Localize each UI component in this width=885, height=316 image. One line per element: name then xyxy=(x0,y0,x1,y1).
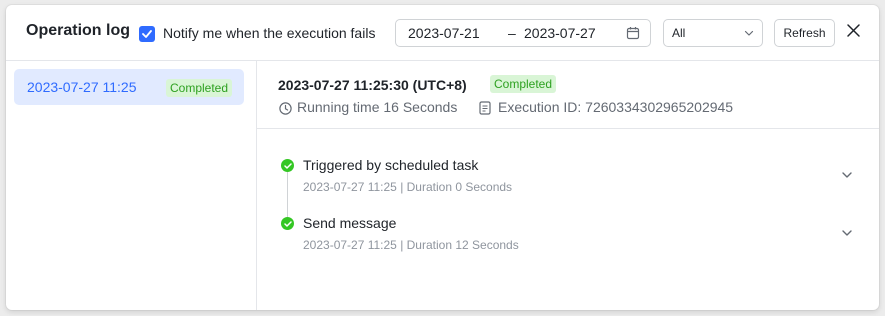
dialog-title: Operation log xyxy=(26,22,130,39)
step-title: Triggered by scheduled task xyxy=(303,157,479,173)
dialog-header: Operation log Notify me when the executi… xyxy=(6,5,879,61)
date-start[interactable]: 2023-07-21 xyxy=(408,25,480,41)
execution-id: Execution ID: 7260334302965202945 xyxy=(498,99,734,115)
execution-steps: Triggered by scheduled task 2023-07-27 1… xyxy=(257,129,879,310)
notify-checkbox[interactable] xyxy=(139,26,155,42)
status-filter-select[interactable]: All xyxy=(663,19,763,47)
notify-label[interactable]: Notify me when the execution fails xyxy=(163,25,375,41)
run-list-item-time: 2023-07-27 11:25 xyxy=(27,79,137,95)
clock-icon xyxy=(279,102,292,115)
step-success-icon xyxy=(281,217,294,230)
chevron-down-icon[interactable] xyxy=(841,171,853,179)
run-list-item[interactable]: 2023-07-27 11:25 Completed xyxy=(14,69,244,105)
chevron-down-icon[interactable] xyxy=(841,229,853,237)
chevron-down-icon xyxy=(744,30,754,36)
timeline-connector xyxy=(287,167,288,221)
run-detail-header: 2023-07-27 11:25:30 (UTC+8) Completed Ru… xyxy=(257,61,879,129)
status-filter-value: All xyxy=(672,26,686,40)
status-badge: Completed xyxy=(166,79,233,97)
step-subtitle: 2023-07-27 11:25 | Duration 12 Seconds xyxy=(303,238,519,252)
refresh-button[interactable]: Refresh xyxy=(774,19,835,47)
date-range-picker[interactable]: 2023-07-21 – 2023-07-27 xyxy=(395,19,651,47)
running-time: Running time 16 Seconds xyxy=(297,99,458,115)
run-list-sidebar: 2023-07-27 11:25 Completed xyxy=(6,61,257,310)
run-timestamp: 2023-07-27 11:25:30 (UTC+8) xyxy=(278,77,467,93)
step-title: Send message xyxy=(303,215,397,231)
date-end[interactable]: 2023-07-27 xyxy=(524,25,596,41)
step-subtitle: 2023-07-27 11:25 | Duration 0 Seconds xyxy=(303,180,513,194)
step-success-icon xyxy=(281,159,294,172)
date-separator: – xyxy=(508,25,516,41)
document-icon xyxy=(479,101,491,115)
check-icon xyxy=(142,30,152,38)
close-icon[interactable] xyxy=(846,23,861,38)
operation-log-dialog: Operation log Notify me when the executi… xyxy=(6,5,879,310)
calendar-icon[interactable] xyxy=(626,26,640,40)
status-badge: Completed xyxy=(490,75,557,93)
